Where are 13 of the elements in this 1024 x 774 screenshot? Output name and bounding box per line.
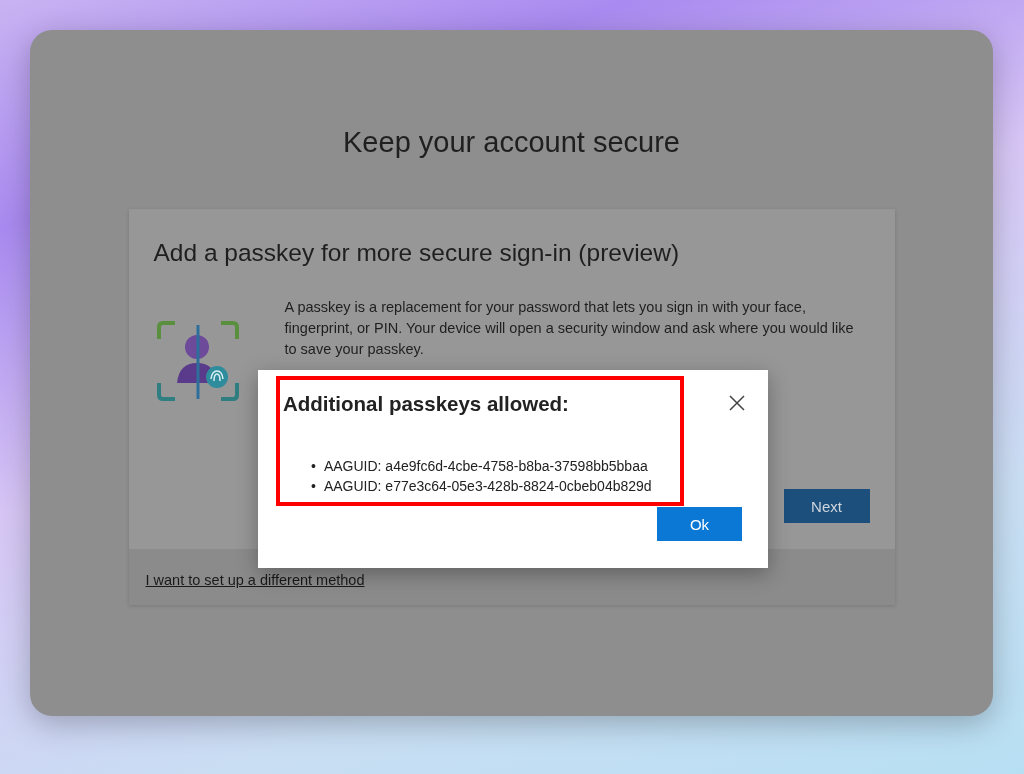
- page-title: Keep your account secure: [343, 126, 680, 159]
- aaguid-item: AAGUID: a4e9fc6d-4cbe-4758-b8ba-37598bb5bbaa: [323, 457, 648, 476]
- bullet: •: [311, 457, 316, 476]
- description-text: A passkey is a replacement for your password that lets you sign in with your face, fingerprint, or PIN. Your device will open a security window and ask where you would like to save your passkey.: [284, 298, 855, 359]
- card-heading: Add a passkey for more secure sign-in (preview): [153, 239, 681, 267]
- alternate-method-link[interactable]: I want to set up a different method: [145, 572, 365, 588]
- bullet: •: [311, 477, 316, 496]
- passkey-icon: [156, 321, 239, 403]
- dialog-title: Additional passkeys allowed:: [283, 392, 569, 416]
- next-button[interactable]: Next: [783, 489, 870, 523]
- aaguid-item: AAGUID: e77e3c64-05e3-428b-8824-0cbeb04b829d: [323, 477, 652, 496]
- close-icon[interactable]: [728, 394, 746, 412]
- ok-button[interactable]: Ok: [657, 507, 742, 541]
